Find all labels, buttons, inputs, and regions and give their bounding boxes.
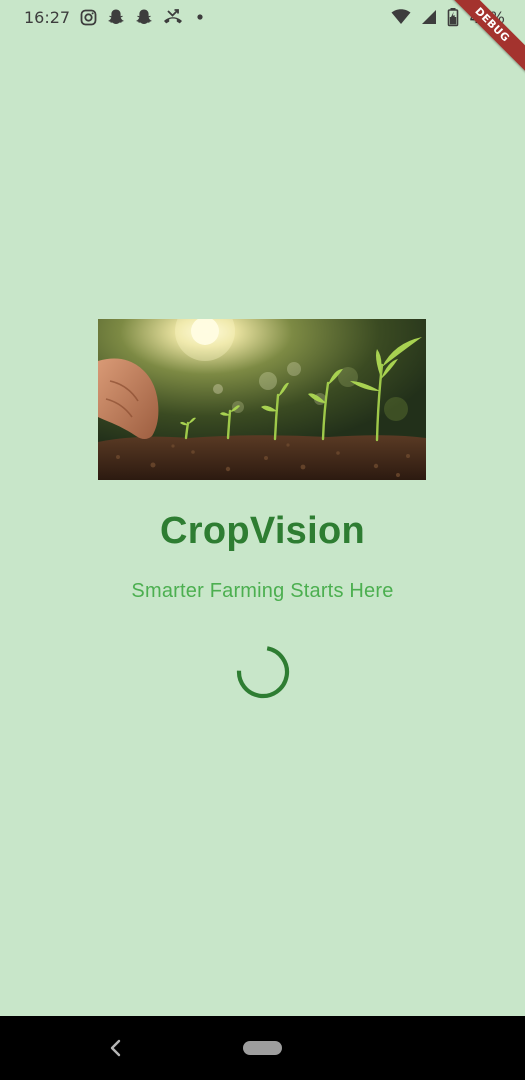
wifi-icon [391,8,411,26]
battery-icon [447,7,459,27]
snapchat-icon [135,8,153,26]
status-time: 16:27 [24,7,71,27]
battery-percentage: 45% [469,7,505,27]
hero-image-seedlings [98,319,426,480]
status-right-group: 45% [391,7,505,27]
instagram-icon [80,9,97,26]
snapchat-icon [107,8,125,26]
home-pill[interactable] [243,1041,282,1055]
signal-icon [421,8,437,26]
loading-spinner-icon [236,645,290,699]
missed-call-icon [163,8,183,26]
app-title: CropVision [160,510,365,552]
status-left-group: 16:27 [24,8,207,27]
app-tagline: Smarter Farming Starts Here [131,580,394,602]
back-icon[interactable] [104,1036,128,1060]
status-bar: 16:27 45% [0,0,525,34]
system-navigation-bar [0,1016,525,1080]
dot-icon [193,8,207,26]
